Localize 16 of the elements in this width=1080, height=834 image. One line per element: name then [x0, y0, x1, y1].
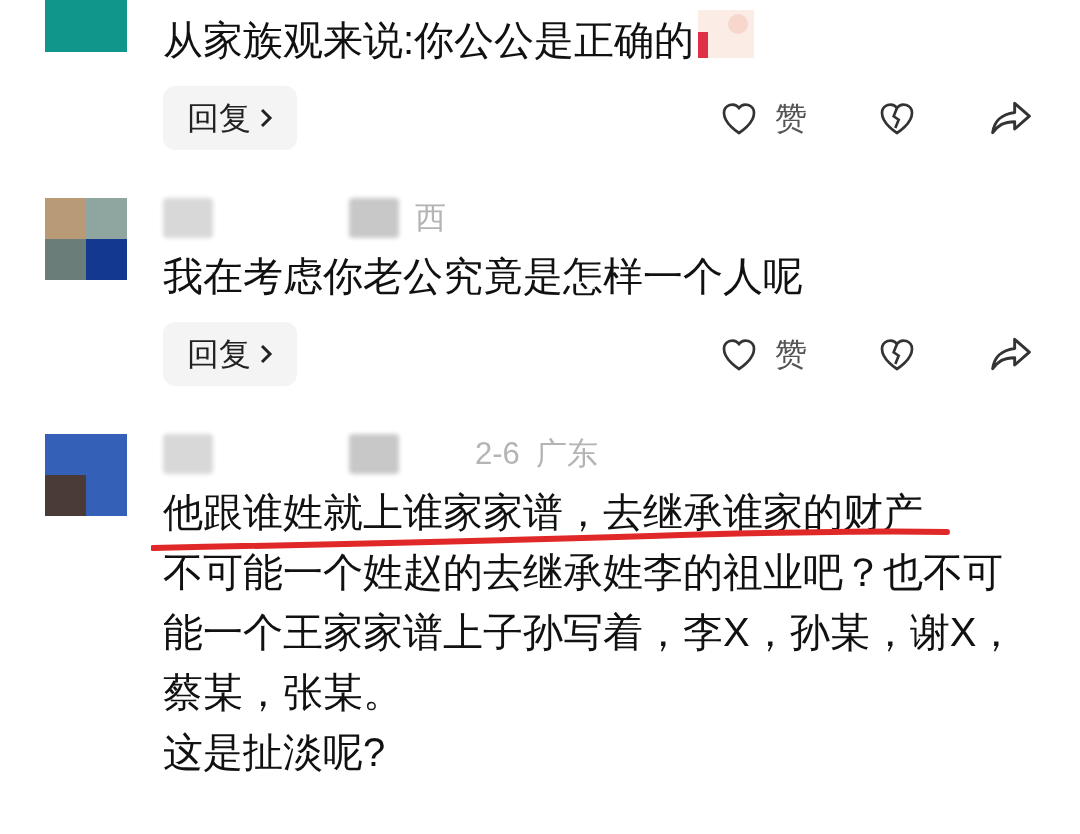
like-label[interactable]: 赞 — [775, 94, 807, 142]
comment-location: 西 — [415, 198, 446, 237]
comment-text: 我在考虑你老公究竟是怎样一个人呢 — [163, 254, 803, 298]
comment-text: 不可能一个姓赵的去继承姓李的祖业吧？也不可能一个王家家谱上子孙写着，李X，孙某，谢X，蔡某，张某。 — [163, 550, 1017, 714]
comment-text: 从家族观来说:你公公是正确的 — [163, 18, 695, 62]
like-label[interactable]: 赞 — [775, 330, 807, 378]
comment-date: 2-6 — [475, 434, 520, 473]
share-icon[interactable] — [989, 99, 1033, 137]
reply-button[interactable]: 回复 — [163, 322, 297, 386]
comment-text: 他跟谁姓就上谁家家谱，去继承谁家的财产 — [163, 490, 923, 534]
share-icon[interactable] — [989, 335, 1033, 373]
chevron-right-icon — [259, 343, 273, 365]
comment-text: 这是扯淡呢? — [163, 730, 386, 774]
comment-location: 广东 — [535, 434, 598, 473]
chevron-right-icon — [259, 107, 273, 129]
reply-button[interactable]: 回复 — [163, 86, 297, 150]
